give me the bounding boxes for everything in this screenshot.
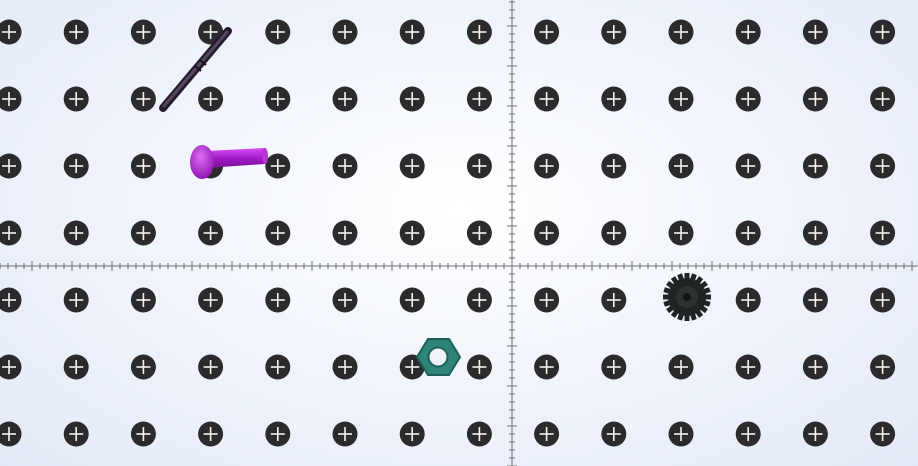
- peg-hole: [802, 19, 828, 45]
- peg-hole: [735, 287, 761, 313]
- peg-hole: [601, 421, 627, 447]
- peg-hole: [63, 86, 89, 112]
- peg-hole: [735, 220, 761, 246]
- peg-hole: [668, 421, 694, 447]
- peg-hole: [198, 86, 224, 112]
- bolt-object[interactable]: [190, 145, 268, 179]
- peg-hole: [668, 354, 694, 380]
- peg-hole: [466, 153, 492, 179]
- peg-hole: [399, 153, 425, 179]
- peg-hole: [802, 354, 828, 380]
- peg-hole: [735, 153, 761, 179]
- peg-hole: [735, 19, 761, 45]
- peg-hole: [870, 153, 896, 179]
- peg-hole: [332, 19, 358, 45]
- peg-hole: [130, 19, 156, 45]
- peg-hole: [332, 421, 358, 447]
- peg-hole: [601, 86, 627, 112]
- peg-hole: [198, 287, 224, 313]
- peg-hole: [130, 287, 156, 313]
- peg-hole: [870, 220, 896, 246]
- peg-hole: [668, 19, 694, 45]
- peg-hole: [399, 86, 425, 112]
- peg-hole: [63, 19, 89, 45]
- peg-hole: [130, 421, 156, 447]
- peg-hole: [265, 86, 291, 112]
- peg-hole: [399, 421, 425, 447]
- peg-hole: [802, 220, 828, 246]
- peg-hole: [198, 354, 224, 380]
- peg-hole: [332, 287, 358, 313]
- peg-hole: [0, 19, 22, 45]
- peg-hole: [399, 220, 425, 246]
- peg-hole: [332, 354, 358, 380]
- peg-hole: [332, 220, 358, 246]
- peg-hole: [0, 220, 22, 246]
- peg-hole: [265, 287, 291, 313]
- peg-hole: [802, 86, 828, 112]
- peg-hole: [466, 19, 492, 45]
- peg-hole: [870, 421, 896, 447]
- peg-hole: [802, 287, 828, 313]
- peg-hole: [870, 19, 896, 45]
- peg-hole: [534, 220, 560, 246]
- peg-hole: [601, 153, 627, 179]
- peg-grid: [0, 19, 896, 447]
- peg-hole: [63, 153, 89, 179]
- peg-hole: [130, 354, 156, 380]
- peg-hole: [870, 287, 896, 313]
- peg-hole: [534, 287, 560, 313]
- peg-hole: [601, 287, 627, 313]
- peg-hole: [399, 19, 425, 45]
- peg-hole: [265, 421, 291, 447]
- peg-hole: [668, 220, 694, 246]
- peg-hole: [0, 153, 22, 179]
- gear-object[interactable]: [663, 273, 711, 321]
- pegboard-surface: [0, 0, 918, 466]
- peg-hole: [601, 354, 627, 380]
- peg-hole: [534, 19, 560, 45]
- peg-hole: [130, 153, 156, 179]
- peg-hole: [601, 220, 627, 246]
- peg-hole: [668, 153, 694, 179]
- peg-hole: [63, 220, 89, 246]
- peg-hole: [332, 153, 358, 179]
- peg-hole: [466, 86, 492, 112]
- peg-hole: [870, 86, 896, 112]
- peg-hole: [265, 220, 291, 246]
- peg-hole: [332, 86, 358, 112]
- peg-hole: [466, 220, 492, 246]
- peg-hole: [466, 287, 492, 313]
- peg-hole: [0, 354, 22, 380]
- peg-hole: [534, 153, 560, 179]
- peg-hole: [870, 354, 896, 380]
- peg-hole: [735, 421, 761, 447]
- peg-hole: [265, 153, 291, 179]
- peg-hole: [601, 19, 627, 45]
- pegboard-scene: [0, 0, 918, 466]
- peg-hole: [534, 421, 560, 447]
- peg-hole: [668, 86, 694, 112]
- peg-hole: [198, 421, 224, 447]
- peg-hole: [63, 421, 89, 447]
- peg-hole: [735, 354, 761, 380]
- peg-hole: [63, 354, 89, 380]
- peg-hole: [265, 354, 291, 380]
- peg-hole: [0, 86, 22, 112]
- peg-hole: [0, 287, 22, 313]
- peg-hole: [399, 287, 425, 313]
- peg-hole: [265, 19, 291, 45]
- peg-hole: [735, 86, 761, 112]
- peg-hole: [466, 421, 492, 447]
- peg-hole: [802, 153, 828, 179]
- peg-hole: [130, 220, 156, 246]
- peg-hole: [802, 421, 828, 447]
- peg-hole: [534, 354, 560, 380]
- peg-hole: [63, 287, 89, 313]
- peg-hole: [466, 354, 492, 380]
- peg-hole: [130, 86, 156, 112]
- peg-hole: [534, 86, 560, 112]
- peg-hole: [198, 220, 224, 246]
- peg-hole: [0, 421, 22, 447]
